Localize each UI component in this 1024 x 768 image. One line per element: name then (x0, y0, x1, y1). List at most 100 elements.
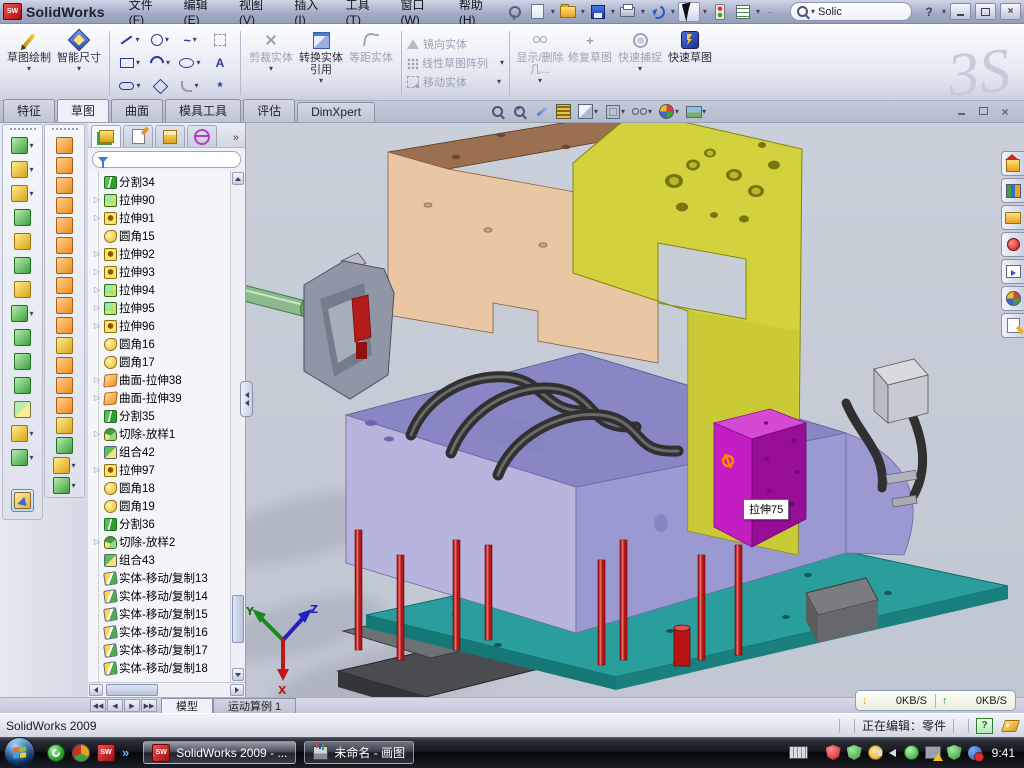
quick-launch-app-icon[interactable] (72, 744, 90, 762)
taskpane-solidworks-search-tab[interactable] (1001, 232, 1024, 257)
tree-item[interactable]: ▷拉伸93 (92, 263, 230, 281)
taskpane-view-palette-tab[interactable] (1001, 259, 1024, 284)
network-warning-icon[interactable] (925, 746, 941, 759)
expand-arrow-icon[interactable]: ▷ (92, 214, 102, 222)
tree-item[interactable]: 圆角15 (92, 227, 230, 245)
tree-item[interactable]: ▷拉伸95 (92, 299, 230, 317)
tree-item[interactable]: ▷拉伸97 (92, 461, 230, 479)
filter-input[interactable] (92, 151, 241, 168)
tree-item[interactable]: 实体-移动/复制16 (92, 623, 230, 641)
trim-entities-button[interactable]: 剪裁实体▾ (246, 27, 296, 99)
antivirus-icon[interactable] (847, 745, 862, 760)
tree-horizontal-scrollbar[interactable] (88, 682, 245, 697)
quick-snaps-button[interactable]: 快速捕捉▾ (615, 27, 665, 99)
knit-surface-button[interactable] (56, 297, 73, 314)
shell-button[interactable] (14, 281, 31, 298)
taskbar-button-paint[interactable]: 未命名 - 画图 (304, 741, 414, 764)
draft-button[interactable] (14, 257, 31, 274)
help-dropdown[interactable]: ▾ (942, 8, 946, 16)
expand-arrow-icon[interactable]: ▷ (92, 322, 102, 330)
slide-clamp[interactable] (246, 253, 394, 399)
tree-item[interactable]: 实体-移动/复制14 (92, 587, 230, 605)
options-dropdown[interactable]: ▾ (756, 8, 760, 16)
save-dropdown[interactable]: ▾ (611, 8, 615, 16)
swept-surface-button[interactable] (56, 137, 73, 154)
thicken-button[interactable] (56, 397, 73, 414)
print-button[interactable] (618, 3, 638, 21)
save-button[interactable] (588, 3, 608, 21)
taskpane-home-tab[interactable] (1001, 151, 1024, 176)
extend-surface-button[interactable] (56, 277, 73, 294)
tree-item[interactable]: 实体-移动/复制15 (92, 605, 230, 623)
combine-button[interactable] (14, 377, 31, 394)
commandmanager-tab-2[interactable]: 曲面 (111, 99, 163, 122)
blocks-tool[interactable] (205, 29, 235, 52)
tag-icon[interactable] (1001, 720, 1020, 732)
extruded-cut-button[interactable]: ▾ (11, 161, 33, 178)
tree-item[interactable]: ▷拉伸90 (92, 191, 230, 209)
planar-surface-button[interactable] (56, 257, 73, 274)
graphics-viewport[interactable]: Y Z X 拉伸75 (246, 123, 1024, 697)
solidworks-shortcut-icon[interactable]: SW (97, 744, 115, 762)
revolved-boss-button[interactable] (14, 233, 31, 250)
repair-sketch-button[interactable]: + 修复草图 (565, 27, 615, 99)
convert-entities-button[interactable]: 转换实体引用▾ (296, 27, 346, 99)
select-button[interactable] (678, 2, 700, 22)
scroll-right-button[interactable] (230, 684, 244, 696)
linear-pattern-button[interactable]: ▾ (11, 305, 33, 322)
split-button[interactable] (14, 353, 31, 370)
tree-item[interactable]: 组合43 (92, 551, 230, 569)
dome-button[interactable] (56, 437, 73, 454)
tree-item[interactable]: ▷曲面-拉伸39 (92, 389, 230, 407)
commandmanager-tab-5[interactable]: DimXpert (297, 102, 375, 122)
rebuild-button[interactable] (710, 3, 730, 21)
line-tool[interactable]: ▾ (115, 29, 145, 52)
tab-propertymanager[interactable] (123, 125, 153, 147)
tree-item[interactable]: ▷切除-放样1 (92, 425, 230, 443)
expand-arrow-icon[interactable]: ▷ (92, 376, 102, 384)
panel-splitter[interactable] (240, 381, 253, 417)
first-tab-button[interactable]: ◀◀ (90, 699, 106, 712)
fillet-surface-button[interactable] (56, 417, 73, 434)
horizontal-scroll-thumb[interactable] (106, 684, 158, 696)
tree-item[interactable]: 组合42 (92, 443, 230, 461)
arc-tool[interactable]: ▾ (145, 52, 175, 75)
tab-motion-study[interactable]: 运动算例 1 (213, 698, 296, 713)
tree-item[interactable]: 圆角16 (92, 335, 230, 353)
tab-configurationmanager[interactable] (155, 125, 185, 147)
tree-item[interactable]: 分割36 (92, 515, 230, 533)
zoom-fit-button[interactable] (488, 103, 507, 120)
red-cylinder[interactable] (674, 625, 690, 666)
tree-item[interactable]: 圆角17 (92, 353, 230, 371)
expand-arrow-icon[interactable]: ▷ (92, 304, 102, 312)
commandmanager-tab-0[interactable]: 特征 (3, 99, 55, 122)
hide-show-items-button[interactable]: ▾ (630, 103, 654, 120)
minimize-button[interactable] (950, 3, 971, 20)
expand-arrow-icon[interactable]: ▷ (92, 250, 102, 258)
expand-arrow-icon[interactable]: ▷ (92, 430, 102, 438)
tree-item[interactable]: 圆角18 (92, 479, 230, 497)
expand-arrow-icon[interactable]: ▷ (92, 268, 102, 276)
start-button[interactable] (4, 737, 35, 768)
search-input[interactable]: Solic (818, 6, 905, 18)
expand-arrow-icon[interactable]: ▷ (92, 394, 102, 402)
tree-item[interactable]: 实体-移动/复制13 (92, 569, 230, 587)
polygon-tool[interactable] (145, 75, 175, 98)
display-delete-relations-button[interactable]: 显示/删除几...▾ (515, 27, 565, 99)
taskpane-file-explorer-tab[interactable] (1001, 205, 1024, 230)
rapid-sketch-button[interactable]: 快速草图 (665, 27, 715, 99)
move-copy-body-button[interactable] (14, 401, 31, 418)
apply-scene-button[interactable]: ▾ (684, 103, 708, 120)
ruled-surface-button[interactable] (56, 177, 73, 194)
commandmanager-tab-3[interactable]: 模具工具 (165, 99, 241, 122)
select-dropdown[interactable]: ▾ (703, 8, 707, 16)
new-document-button[interactable] (528, 3, 548, 21)
boundary-surface-button[interactable] (56, 197, 73, 214)
point-tool[interactable]: * (205, 75, 235, 98)
taskpane-custom-properties-tab[interactable] (1001, 313, 1024, 338)
sketch-text-tool[interactable]: A (205, 52, 235, 75)
extruded-surface-button[interactable] (56, 337, 73, 354)
open-dropdown[interactable]: ▾ (581, 8, 585, 16)
commandmanager-tab-1[interactable]: 草图 (57, 99, 109, 122)
linear-sketch-pattern-button[interactable]: 线性草图阵列▾ (407, 55, 504, 71)
